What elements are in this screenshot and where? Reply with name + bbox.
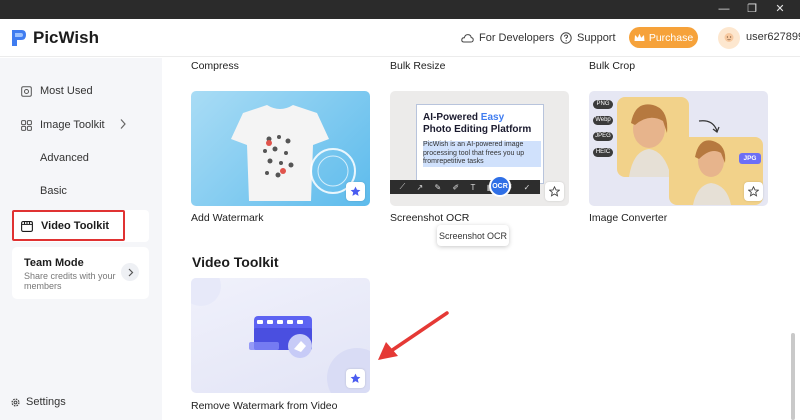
tool-card-image-converter[interactable]: PNG Webp JPEG HEIC JPG <box>589 91 768 206</box>
tool-label-compress[interactable]: Compress <box>191 60 239 72</box>
support-link[interactable]: Support <box>560 30 616 46</box>
purchase-label: Purchase <box>648 31 694 44</box>
check-icon: ✓ <box>523 182 531 192</box>
support-label: Support <box>577 32 616 44</box>
settings-label: Settings <box>26 396 66 408</box>
ocr-sample-heading: AI-Powered Easy Photo Editing Platform <box>423 112 532 135</box>
sidebar-item-most-used[interactable]: Most Used <box>12 75 149 107</box>
settings-button[interactable]: Settings <box>10 396 66 408</box>
sidebar-item-image-toolkit[interactable]: Image Toolkit <box>12 109 149 141</box>
sidebar-item-label: Most Used <box>40 85 93 97</box>
star-icon <box>350 373 361 383</box>
crown-icon <box>634 33 645 41</box>
favorite-star-button[interactable] <box>346 182 365 201</box>
ocr-sample-body: PicWish is an AI-powered image processin… <box>423 141 541 167</box>
minimize-icon[interactable]: — <box>710 0 738 19</box>
app-header: PicWish For Developers Support Purchase … <box>0 19 800 57</box>
help-circle-icon <box>560 32 572 44</box>
tool-label-screenshot-ocr[interactable]: Screenshot OCR <box>390 212 469 224</box>
annotation-arrow-icon <box>378 311 449 360</box>
sidebar-item-label: Advanced <box>40 152 89 164</box>
cloud-icon <box>461 33 474 42</box>
tool-card-remove-watermark-video[interactable] <box>191 278 370 393</box>
team-mode-description: Share credits with your members <box>24 271 116 291</box>
pen-icon: ⟋ <box>399 182 406 191</box>
sidebar-item-label: Basic <box>40 185 67 197</box>
arrow-icon: ↗ <box>416 182 424 192</box>
for-developers-link[interactable]: For Developers <box>461 30 554 46</box>
window-title-bar: — ❐ ✕ <box>0 0 800 19</box>
chevron-right-icon <box>128 268 133 276</box>
team-mode-arrow-button[interactable] <box>121 263 139 281</box>
scrollbar[interactable] <box>791 333 795 420</box>
tool-label-bulk-resize[interactable]: Bulk Resize <box>390 60 445 72</box>
tool-card-screenshot-ocr[interactable]: AI-Powered Easy Photo Editing Platform P… <box>390 91 569 206</box>
close-icon[interactable]: ✕ <box>766 0 794 19</box>
chevron-right-icon <box>120 119 126 129</box>
tool-card-add-watermark[interactable] <box>191 91 370 206</box>
gear-icon <box>11 397 20 407</box>
app-name: PicWish <box>33 28 99 47</box>
output-format-badge: JPG <box>739 153 761 164</box>
restore-icon[interactable]: ❐ <box>738 0 766 19</box>
star-outline-icon <box>549 186 560 197</box>
favorite-star-button[interactable] <box>744 182 763 201</box>
grid-icon <box>21 119 32 131</box>
main-content: Compress Bulk Resize Bulk Crop Add Water… <box>162 58 800 420</box>
ocr-edit-toolbar: ⟋↗✎ ✐T▦ ↺✓ <box>390 180 540 194</box>
ocr-badge: OCR <box>489 175 511 197</box>
team-mode-title: Team Mode <box>24 257 84 269</box>
tool-label-image-converter[interactable]: Image Converter <box>589 212 667 224</box>
text-icon: T <box>470 182 476 192</box>
video-watermark-illustration <box>191 278 370 393</box>
section-title-video-toolkit: Video Toolkit <box>192 254 279 270</box>
app-logo[interactable]: PicWish <box>10 25 99 51</box>
brush-icon: ✎ <box>434 182 442 192</box>
star-icon <box>350 186 361 196</box>
tool-label-add-watermark[interactable]: Add Watermark <box>191 212 264 224</box>
marker-icon: ✐ <box>452 182 460 192</box>
most-used-icon <box>21 85 32 97</box>
picwish-logo-icon <box>12 30 26 46</box>
tshirt-illustration <box>231 105 356 201</box>
sidebar-item-label: Image Toolkit <box>40 119 105 131</box>
star-outline-icon <box>748 186 759 197</box>
purchase-button[interactable]: Purchase <box>629 27 698 48</box>
team-mode-card[interactable]: Team Mode Share credits with your member… <box>12 247 149 299</box>
favorite-star-button[interactable] <box>545 182 564 201</box>
portrait-photos-illustration <box>617 97 763 205</box>
active-item-highlight-outline <box>12 210 125 241</box>
avatar[interactable] <box>718 27 740 49</box>
tool-label-bulk-crop[interactable]: Bulk Crop <box>589 60 635 72</box>
sidebar-item-basic[interactable]: Basic <box>12 175 149 207</box>
ocr-sample-document: AI-Powered Easy Photo Editing Platform P… <box>416 104 544 184</box>
for-developers-label: For Developers <box>479 32 555 44</box>
tool-label-remove-watermark-video[interactable]: Remove Watermark from Video <box>191 400 337 412</box>
sidebar: Most Used Image Toolkit Advanced Basic V… <box>0 58 162 420</box>
favorite-star-button[interactable] <box>346 369 365 388</box>
sidebar-item-advanced[interactable]: Advanced <box>12 142 149 174</box>
username[interactable]: user627899 <box>746 31 800 43</box>
tooltip: Screenshot OCR <box>437 225 509 246</box>
user-avatar-icon <box>724 33 734 42</box>
